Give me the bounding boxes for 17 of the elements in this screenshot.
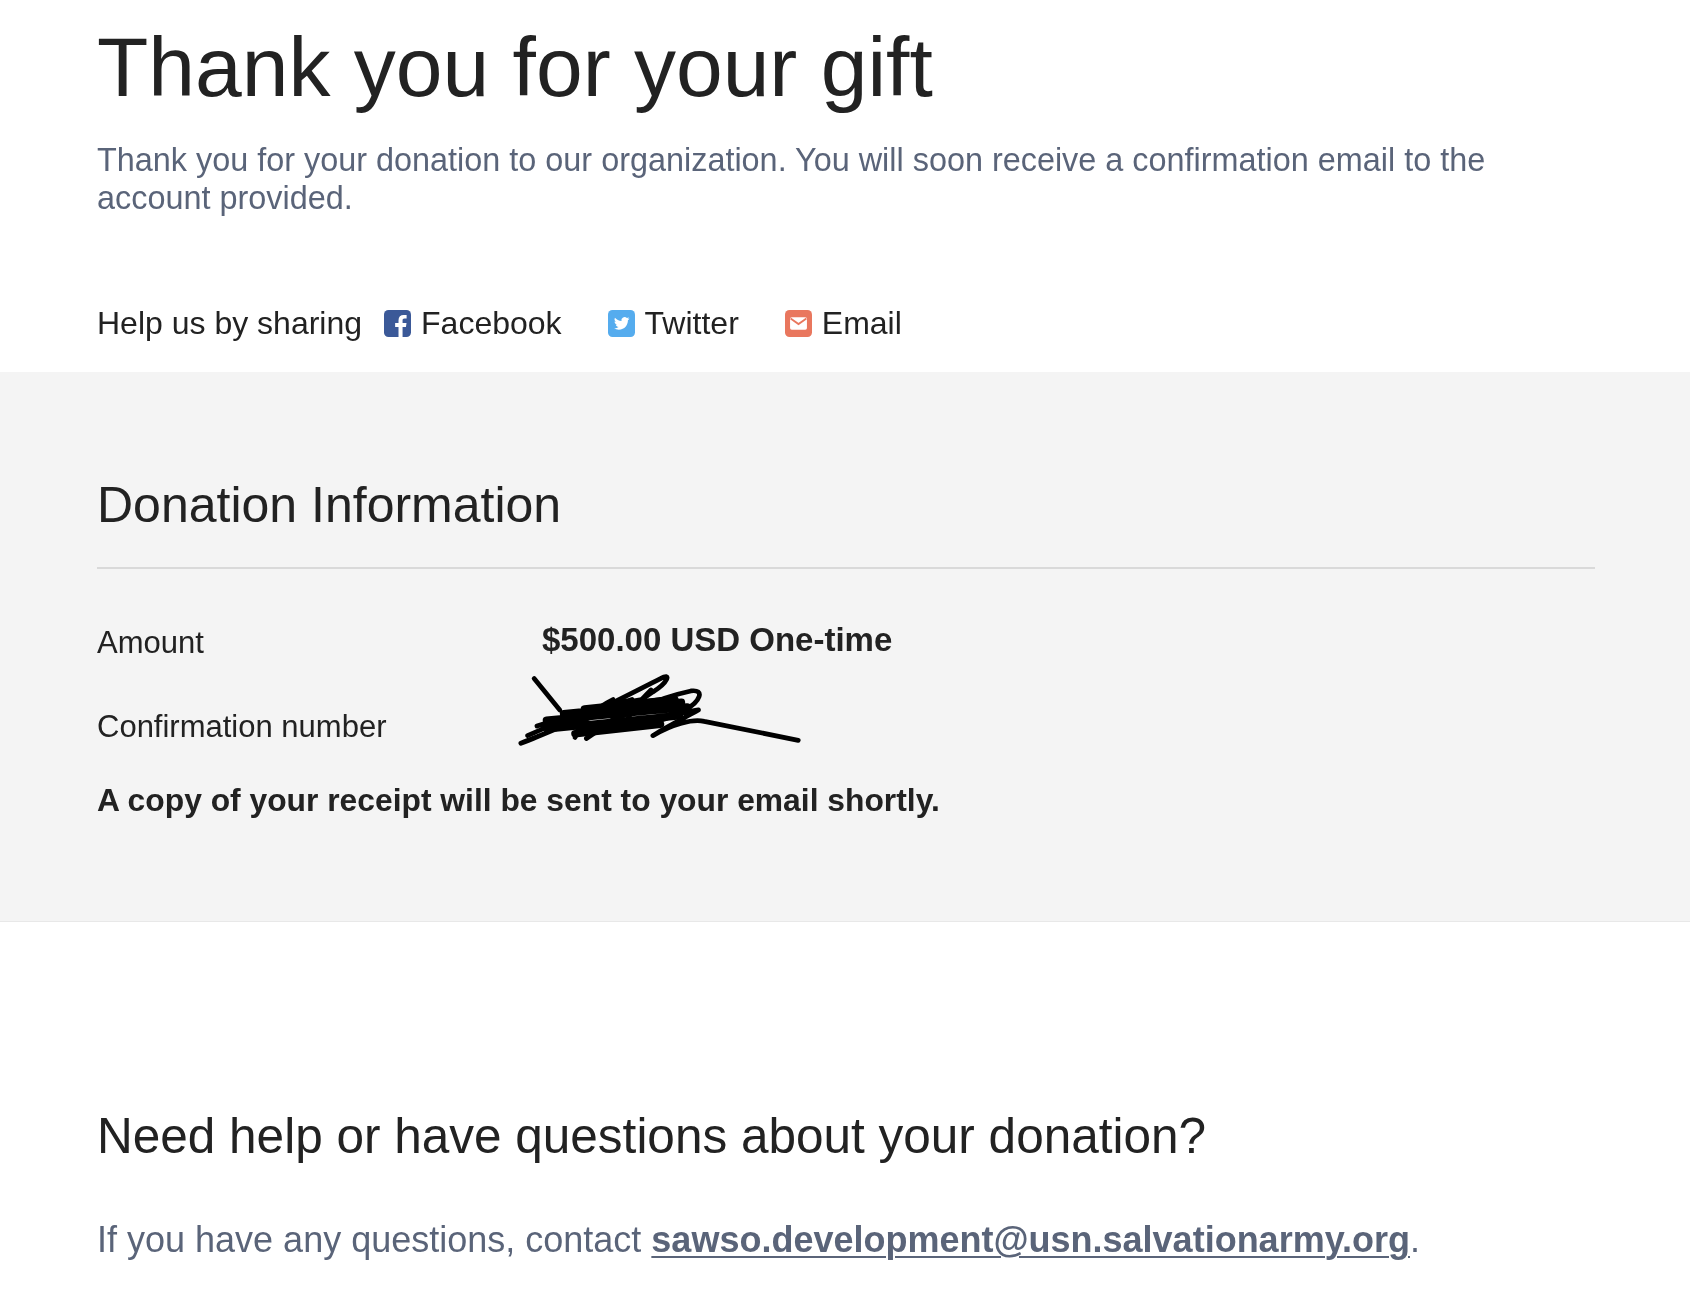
page-title: Thank you for your gift bbox=[97, 19, 933, 116]
confirmation-message: Thank you for your donation to our organization. You will soon receive a confirmation email to the account provided. bbox=[97, 141, 1487, 217]
facebook-icon bbox=[384, 309, 412, 337]
bird-icon bbox=[607, 309, 635, 337]
field-label: Confirmation number bbox=[97, 708, 387, 746]
section-title: Donation Information bbox=[97, 477, 562, 533]
receipt-note: A copy of your receipt will be sent to your email shortly. bbox=[97, 781, 940, 820]
share-link[interactable]: Facebook bbox=[384, 303, 562, 343]
envelope-icon bbox=[784, 309, 812, 337]
help-title: Need help or have questions about your donation? bbox=[97, 1108, 1207, 1164]
email-link[interactable]: sawso.development@usn.salvationarmy.org bbox=[651, 1219, 1410, 1260]
field-label: Amount bbox=[97, 624, 204, 662]
share-link[interactable]: Twitter bbox=[607, 303, 739, 343]
share-link[interactable]: Email bbox=[784, 303, 902, 343]
share-label: Help us by sharing bbox=[97, 304, 363, 343]
contact-text: If you have any questions, contact sawso.development@usn.salvationarmy.org. bbox=[97, 1219, 1420, 1261]
field-value: $500.00 USD One-time bbox=[542, 620, 893, 660]
